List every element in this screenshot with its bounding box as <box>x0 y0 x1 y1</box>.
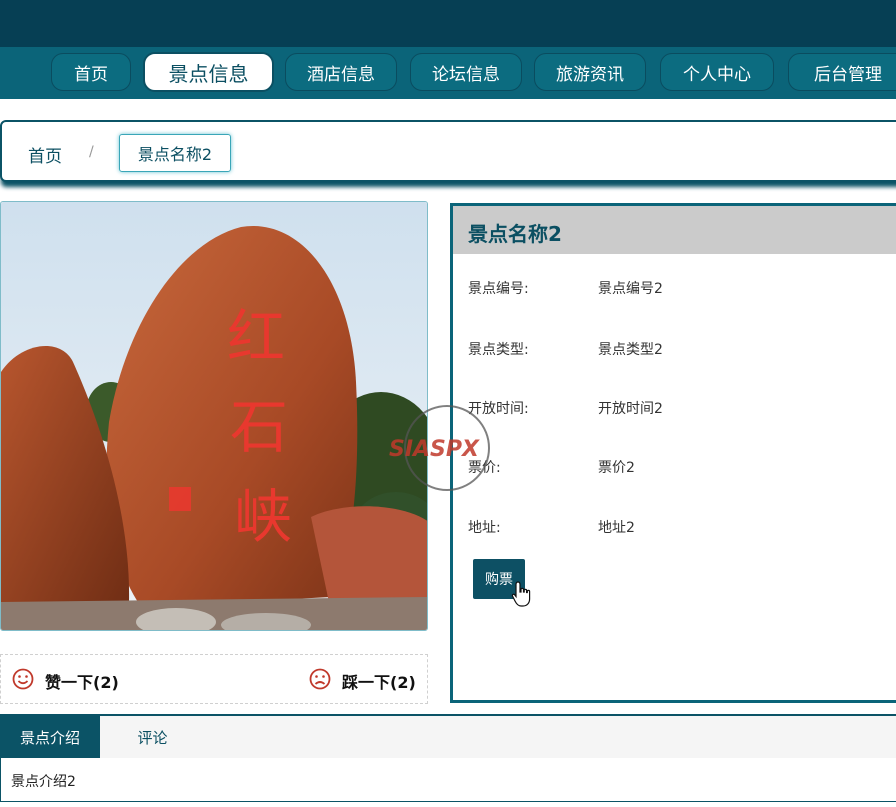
watermark-text: SIASPX <box>389 437 480 462</box>
breadcrumb-current[interactable]: 景点名称2 <box>119 134 231 172</box>
attraction-title: 景点名称2 <box>468 222 562 246</box>
nav-item-hotels[interactable]: 酒店信息 <box>285 53 397 91</box>
introduction-text: 景点介绍2 <box>11 774 76 790</box>
watermark-logo: SIASPX <box>389 405 490 491</box>
nav-item-news[interactable]: 旅游资讯 <box>534 53 646 91</box>
attraction-photo: 红 石 峡 <box>0 201 428 631</box>
breadcrumb-home-link[interactable]: 首页 <box>28 142 62 167</box>
like-button[interactable]: 赞一下(2) <box>45 669 119 693</box>
info-value-hours: 开放时间2 <box>598 401 663 417</box>
info-value-address: 地址2 <box>598 520 635 536</box>
detail-tabs: 景点介绍 评论 <box>0 714 896 758</box>
tab-comments[interactable]: 评论 <box>115 716 190 758</box>
nav-item-forum[interactable]: 论坛信息 <box>410 53 522 91</box>
main-nav: 首页 景点信息 酒店信息 论坛信息 旅游资讯 个人中心 后台管理 <box>0 47 896 99</box>
smile-icon[interactable] <box>12 668 34 690</box>
info-value-type: 景点类型2 <box>598 342 663 358</box>
photo-carved-char-2: 石 <box>230 393 288 461</box>
tab-introduction[interactable]: 景点介绍 <box>0 716 100 758</box>
tab-content: 景点介绍2 <box>0 758 896 802</box>
hand-pointer-icon <box>511 581 531 607</box>
top-header-bar <box>0 0 896 47</box>
info-value-id: 景点编号2 <box>598 281 663 297</box>
nav-item-profile[interactable]: 个人中心 <box>660 53 774 91</box>
info-label-type: 景点类型: <box>468 342 529 358</box>
photo-carved-char-3: 峡 <box>234 483 292 551</box>
info-header: 景点名称2 <box>453 206 896 254</box>
attraction-info-panel: 景点名称2 景点编号: 景点编号2 景点类型: 景点类型2 开放时间: 开放时间… <box>450 203 896 703</box>
dislike-button[interactable]: 踩一下(2) <box>342 669 416 693</box>
info-label-address: 地址: <box>468 520 501 536</box>
photo-carved-char-1: 红 <box>227 303 285 371</box>
nav-item-home[interactable]: 首页 <box>51 53 131 91</box>
frown-icon[interactable] <box>309 668 331 690</box>
nav-item-admin[interactable]: 后台管理 <box>788 53 896 91</box>
info-value-price: 票价2 <box>598 460 635 476</box>
info-label-id: 景点编号: <box>468 281 529 297</box>
attraction-photo-image: 红 石 峡 <box>1 202 427 630</box>
vote-bar: 赞一下(2) 踩一下(2) <box>0 654 428 704</box>
nav-item-attractions[interactable]: 景点信息 <box>143 52 274 92</box>
breadcrumb-separator: / <box>89 144 94 160</box>
breadcrumb: 首页 / 景点名称2 <box>0 120 896 182</box>
